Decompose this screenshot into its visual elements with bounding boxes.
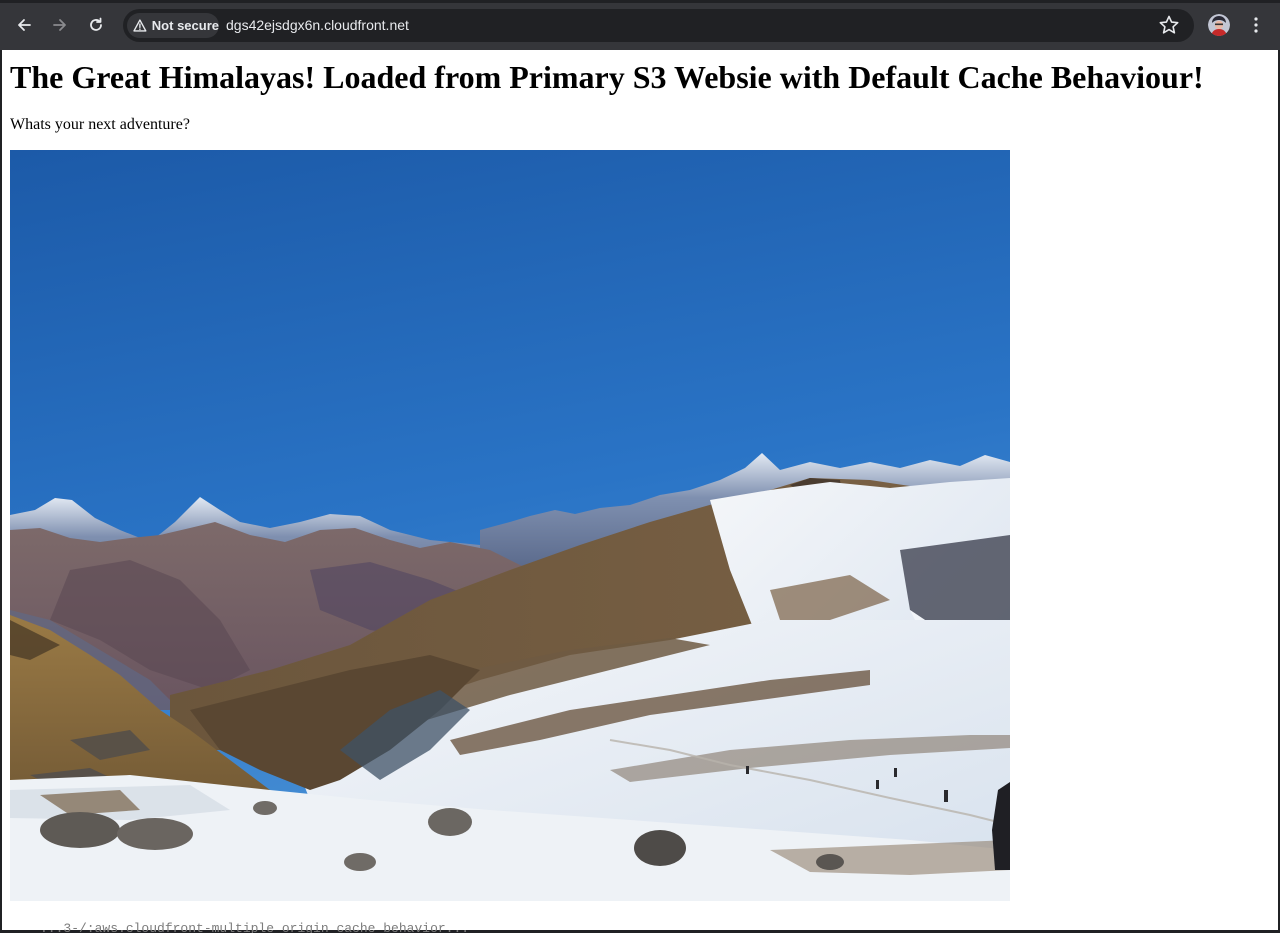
- avatar-icon: [1208, 14, 1230, 36]
- tagline: Whats your next adventure?: [10, 116, 190, 133]
- reload-icon: [90, 17, 102, 31]
- forward-button[interactable]: [46, 11, 74, 39]
- url-text[interactable]: dgs42ejsdgx6n.cloudfront.net: [226, 17, 409, 33]
- browser-toolbar: Not secure dgs42ejsdgx6n.cloudfront.net: [0, 0, 1280, 50]
- tab-strip-edge: [0, 0, 1280, 3]
- mountain-photo: [10, 150, 1010, 901]
- arrow-left-icon: [18, 19, 31, 31]
- page-viewport: The Great Himalayas! Loaded from Primary…: [0, 50, 1280, 933]
- bookmark-button[interactable]: [1158, 14, 1180, 41]
- star-icon: [1159, 15, 1179, 34]
- warning-triangle-icon: [133, 19, 147, 32]
- back-button[interactable]: [10, 11, 38, 39]
- browser-menu-button[interactable]: [1248, 15, 1264, 40]
- security-label: Not secure: [151, 18, 219, 33]
- page-title: The Great Himalayas! Loaded from Primary…: [10, 59, 1204, 95]
- arrow-right-icon: [53, 19, 66, 31]
- address-bar[interactable]: Not secure dgs42ejsdgx6n.cloudfront.net: [123, 9, 1194, 42]
- profile-avatar[interactable]: [1208, 14, 1230, 36]
- security-chip[interactable]: Not secure: [127, 13, 219, 38]
- reload-button[interactable]: [82, 11, 110, 39]
- kebab-menu-icon: [1254, 17, 1258, 33]
- background-window-text: ...3-/:aws.cloudfront-multiple origin ca…: [40, 921, 470, 933]
